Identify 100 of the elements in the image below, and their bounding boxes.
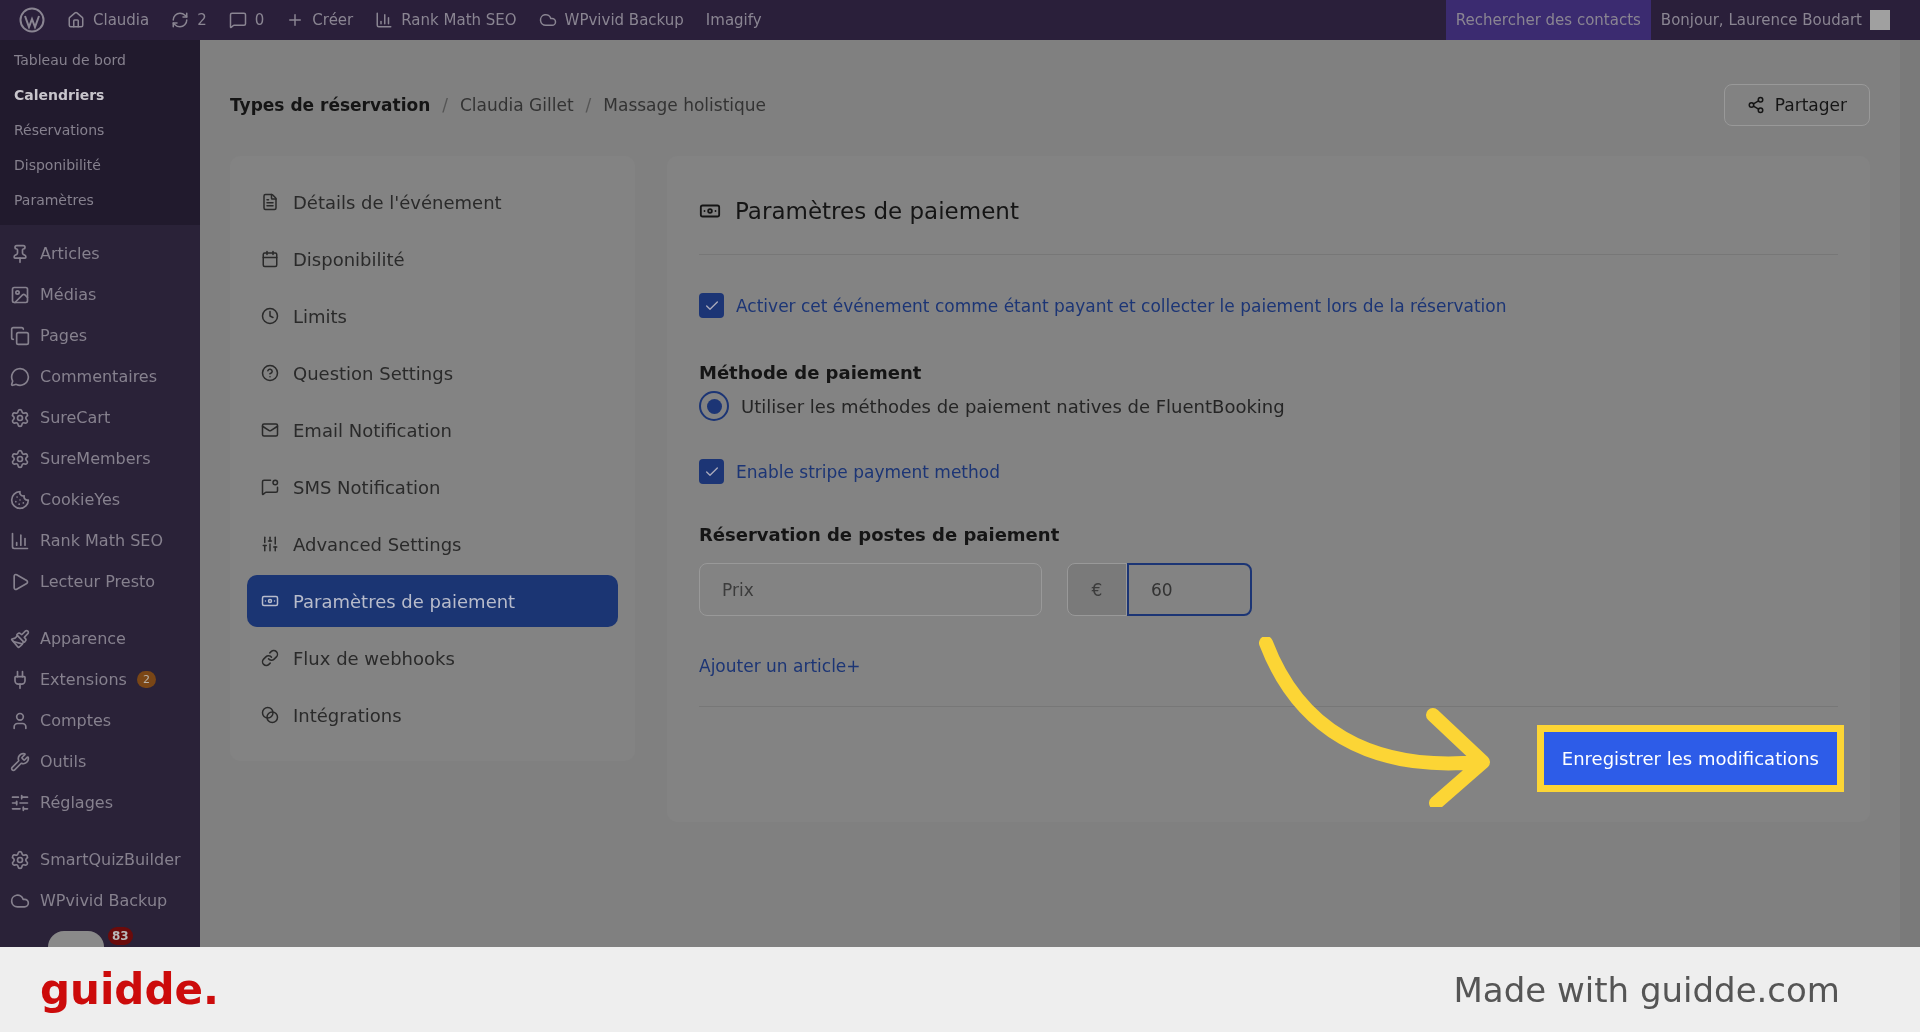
admin-bar-item[interactable]: Rank Math SEO bbox=[364, 0, 528, 40]
checkbox[interactable] bbox=[699, 293, 724, 318]
menu-item[interactable]: SureCart bbox=[0, 397, 200, 438]
save-button[interactable]: Enregistrer les modifications bbox=[1536, 725, 1844, 792]
calendar-icon bbox=[261, 250, 279, 268]
menu-item[interactable]: Commentaires bbox=[0, 356, 200, 397]
breadcrumb-separator: / bbox=[585, 95, 592, 115]
menu-label: Articles bbox=[40, 244, 100, 263]
menu-item[interactable]: WPvivid Backup bbox=[0, 880, 200, 921]
menu-label: Réglages bbox=[40, 793, 113, 812]
menu-label: Rank Math SEO bbox=[40, 531, 164, 550]
section-heading: Réservation de postes de paiement bbox=[699, 524, 1061, 545]
question-icon bbox=[261, 364, 279, 382]
menu-item[interactable]: SmartQuizBuilder bbox=[0, 839, 200, 880]
panel-title: Paramètres de paiement bbox=[735, 198, 1019, 224]
price-field[interactable]: 60 bbox=[1127, 563, 1252, 616]
menu-item[interactable]: Rank Math SEO bbox=[0, 520, 200, 561]
menu-item[interactable]: CookieYes bbox=[0, 479, 200, 520]
menu-label: SmartQuizBuilder bbox=[40, 850, 181, 869]
message-icon bbox=[261, 478, 279, 496]
wordpress-logo-icon[interactable] bbox=[19, 7, 45, 33]
breadcrumb-item[interactable]: Massage holistique bbox=[603, 95, 767, 115]
radio-button[interactable] bbox=[699, 391, 729, 421]
notification-badge: 83 bbox=[108, 927, 133, 945]
menu-label: WPvivid Backup bbox=[40, 891, 168, 910]
settings-nav-item[interactable]: Détails de l'événement bbox=[247, 176, 618, 228]
menu-label: SureMembers bbox=[40, 449, 151, 468]
refresh-icon bbox=[171, 11, 190, 29]
share-icon bbox=[1746, 96, 1765, 114]
mail-icon bbox=[261, 421, 279, 439]
wrench-icon bbox=[10, 751, 30, 772]
menu-item[interactable]: Apparence bbox=[0, 618, 200, 659]
section-heading: Méthode de paiement bbox=[699, 362, 923, 383]
chat-widget[interactable] bbox=[48, 931, 104, 947]
add-item-link[interactable]: Ajouter un article+ bbox=[699, 656, 861, 676]
admin-bar-item[interactable]: Imagify bbox=[694, 0, 773, 40]
comment-icon bbox=[10, 366, 30, 387]
menu-item[interactable]: Outils bbox=[0, 741, 200, 782]
settings-nav-item[interactable]: Disponibilité bbox=[247, 233, 618, 285]
submenu-item[interactable]: Paramètres bbox=[0, 182, 200, 217]
menu-item[interactable]: SureMembers bbox=[0, 438, 200, 479]
submenu-item[interactable]: Tableau de bord bbox=[0, 42, 200, 77]
settings-nav-item[interactable]: Question Settings bbox=[247, 347, 618, 399]
admin-bar-item[interactable]: Créer bbox=[275, 0, 365, 40]
menu-item[interactable]: Extensions 2 bbox=[0, 659, 200, 700]
user-greeting[interactable]: Bonjour, Laurence Boudart bbox=[1660, 11, 1862, 29]
menu-label: Lecteur Presto bbox=[40, 572, 156, 591]
menu-item[interactable]: Comptes bbox=[0, 700, 200, 741]
credit-text: Made with guidde.com bbox=[1453, 969, 1840, 1010]
user-icon bbox=[10, 710, 30, 731]
submenu-item[interactable]: Disponibilité bbox=[0, 147, 200, 182]
count-badge: 2 bbox=[136, 671, 156, 688]
menu-label: Apparence bbox=[40, 629, 126, 648]
cloud-icon bbox=[538, 11, 557, 29]
gear-icon bbox=[10, 407, 30, 428]
admin-bar-item[interactable]: 2 bbox=[160, 0, 218, 40]
settings-nav-item[interactable]: Email Notification bbox=[247, 404, 618, 456]
cookie-icon bbox=[10, 489, 30, 510]
link-icon bbox=[261, 649, 279, 667]
breadcrumb-separator: / bbox=[442, 95, 448, 115]
menu-label: Commentaires bbox=[40, 367, 158, 386]
settings-nav-item[interactable]: Flux de webhooks bbox=[247, 632, 618, 684]
pin-icon bbox=[10, 243, 30, 264]
settings-nav-item[interactable]: Limits bbox=[247, 290, 618, 342]
admin-bar-item[interactable]: WPvivid Backup bbox=[527, 0, 695, 40]
sliders-icon bbox=[10, 792, 30, 813]
admin-bar-item[interactable]: 0 bbox=[217, 0, 276, 40]
settings-nav-item[interactable]: Advanced Settings bbox=[247, 518, 618, 570]
comment-icon bbox=[228, 11, 247, 29]
brush-icon bbox=[10, 628, 30, 649]
menu-item[interactable]: Pages bbox=[0, 315, 200, 356]
checkbox-label: Activer cet événement comme étant payant et collecter le paiement lors de la réservation bbox=[736, 295, 1507, 316]
item-name-field[interactable]: Prix bbox=[699, 563, 1042, 616]
settings-nav-item[interactable]: SMS Notification bbox=[247, 461, 618, 513]
checkbox[interactable] bbox=[699, 459, 724, 484]
breadcrumb-item[interactable]: Types de réservation bbox=[230, 95, 431, 115]
menu-item[interactable]: Réglages bbox=[0, 782, 200, 823]
menu-item[interactable]: Articles bbox=[0, 233, 200, 274]
menu-item[interactable]: Médias bbox=[0, 274, 200, 315]
bar-chart-icon bbox=[375, 11, 394, 29]
brand-logo: guidde. bbox=[40, 965, 219, 1014]
scrollbar[interactable] bbox=[1900, 40, 1920, 947]
settings-nav-item[interactable]: Paramètres de paiement bbox=[247, 575, 618, 627]
gear-icon bbox=[10, 849, 30, 870]
image-icon bbox=[10, 284, 30, 305]
document-icon bbox=[261, 193, 279, 211]
admin-bar-item[interactable]: Claudia bbox=[56, 0, 161, 40]
settings-nav-item[interactable]: Intégrations bbox=[247, 689, 618, 741]
bar-chart-icon bbox=[10, 530, 30, 551]
pages-icon bbox=[10, 325, 30, 346]
breadcrumb-item[interactable]: Claudia Gillet bbox=[460, 95, 574, 115]
submenu-item[interactable]: Calendriers bbox=[0, 77, 200, 112]
submenu-item[interactable]: Réservations bbox=[0, 112, 200, 147]
contact-search[interactable]: Rechercher des contacts bbox=[1445, 0, 1651, 40]
gear-icon bbox=[10, 448, 30, 469]
checkbox-label: Enable stripe payment method bbox=[736, 461, 1000, 482]
menu-label: Pages bbox=[40, 326, 88, 345]
share-button[interactable]: Partager bbox=[1723, 84, 1870, 126]
menu-item[interactable]: Lecteur Presto bbox=[0, 561, 200, 602]
menu-label: Médias bbox=[40, 285, 97, 304]
